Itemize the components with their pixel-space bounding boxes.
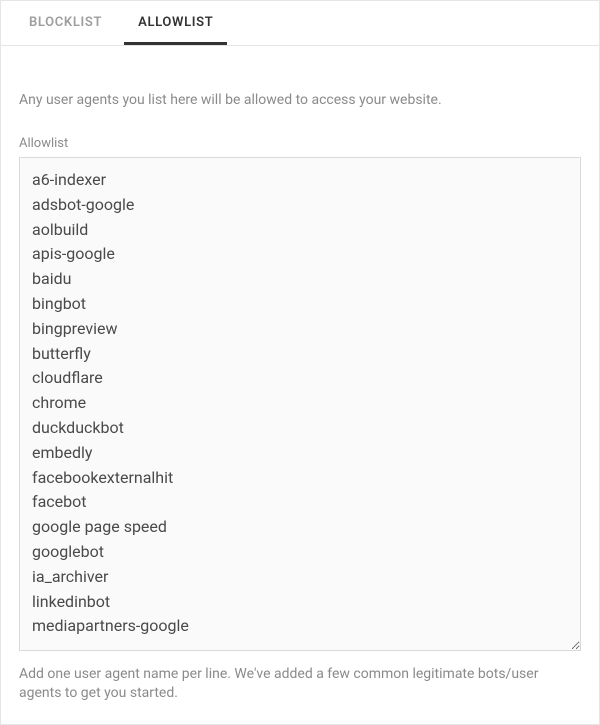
panel-body: Any user agents you list here will be al… xyxy=(1,46,599,724)
allowlist-field-label: Allowlist xyxy=(19,136,581,151)
allowlist-textarea[interactable] xyxy=(19,157,581,651)
panel-description: Any user agents you list here will be al… xyxy=(19,92,581,108)
tab-allowlist[interactable]: ALLOWLIST xyxy=(124,1,227,45)
tab-blocklist[interactable]: BLOCKLIST xyxy=(15,1,116,45)
allowlist-panel: BLOCKLIST ALLOWLIST Any user agents you … xyxy=(0,0,600,725)
tab-bar: BLOCKLIST ALLOWLIST xyxy=(1,1,599,46)
panel-hint: Add one user agent name per line. We've … xyxy=(19,665,581,704)
